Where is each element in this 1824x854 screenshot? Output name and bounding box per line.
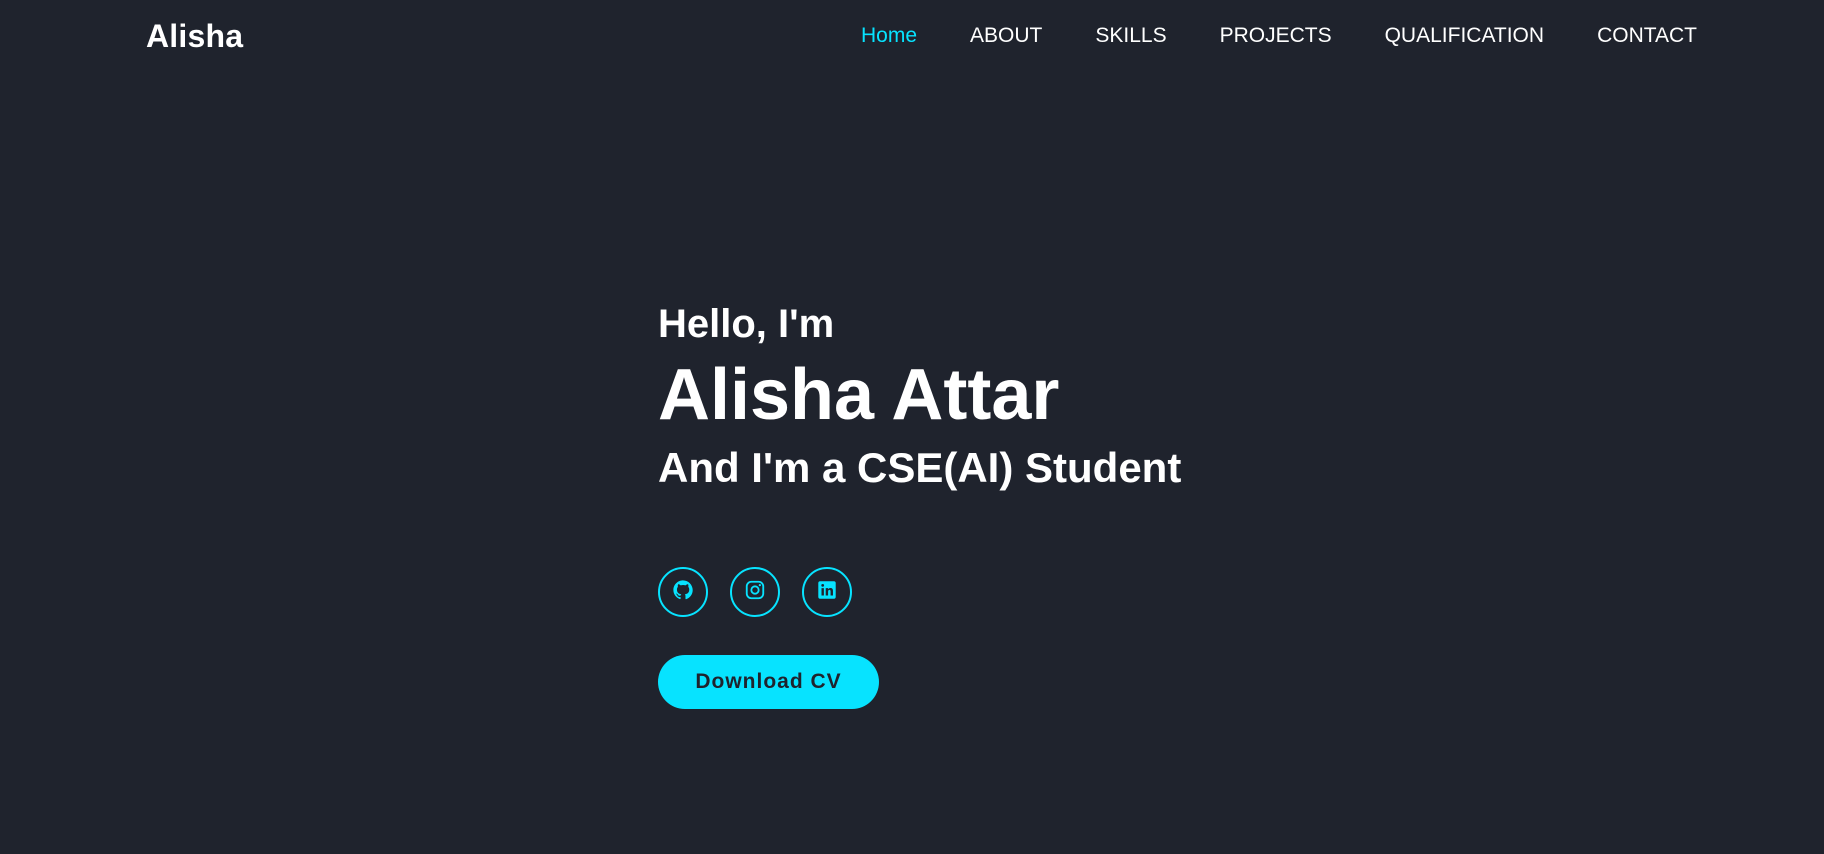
site-logo[interactable]: Alisha	[146, 18, 243, 55]
nav-link-projects[interactable]: PROJECTS	[1220, 24, 1332, 48]
instagram-icon	[744, 579, 766, 606]
navbar: Alisha Home ABOUT SKILLS PROJECTS QUALIF…	[0, 0, 1824, 78]
nav-link-contact[interactable]: CONTACT	[1597, 24, 1697, 48]
linkedin-icon	[816, 579, 838, 606]
hero-tagline: And I'm a CSE(AI) Student	[658, 444, 1182, 491]
nav-link-home[interactable]: Home	[861, 24, 917, 48]
hero-section: Hello, I'm Alisha Attar And I'm a CSE(AI…	[658, 296, 1181, 498]
github-link[interactable]	[658, 567, 708, 617]
download-cv-button[interactable]: Download CV	[658, 655, 879, 709]
social-links	[658, 567, 852, 617]
nav-link-skills[interactable]: SKILLS	[1095, 24, 1166, 48]
github-icon	[672, 579, 694, 606]
nav-link-qualification[interactable]: QUALIFICATION	[1385, 24, 1544, 48]
hero-greeting: Hello, I'm	[658, 302, 835, 346]
nav-link-about[interactable]: ABOUT	[970, 24, 1042, 48]
nav-menu: Home ABOUT SKILLS PROJECTS QUALIFICATION…	[861, 24, 1697, 48]
linkedin-link[interactable]	[802, 567, 852, 617]
instagram-link[interactable]	[730, 567, 780, 617]
hero-name: Alisha Attar	[658, 355, 1060, 435]
